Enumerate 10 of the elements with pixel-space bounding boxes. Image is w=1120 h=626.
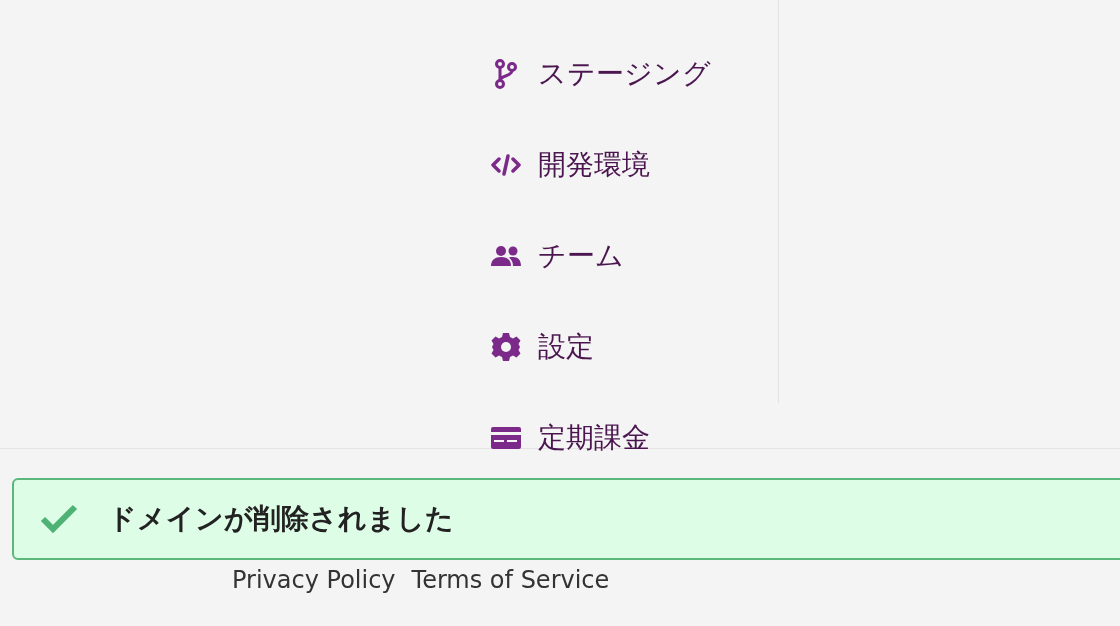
- footer-link[interactable]: Terms of Service: [411, 562, 610, 598]
- menu-item[interactable]: 定期課金: [538, 420, 650, 455]
- toast-message: ドメインが削除されました: [108, 501, 454, 537]
- menu-item[interactable]: チーム: [538, 238, 624, 273]
- menu-item[interactable]: ステージング: [538, 56, 711, 91]
- menu-item[interactable]: 開発環境: [538, 147, 650, 182]
- check-icon: [40, 504, 78, 534]
- settings-icon: [490, 330, 522, 363]
- footer-link[interactable]: Privacy Policy: [232, 562, 396, 598]
- menu-item[interactable]: 設定: [538, 329, 594, 364]
